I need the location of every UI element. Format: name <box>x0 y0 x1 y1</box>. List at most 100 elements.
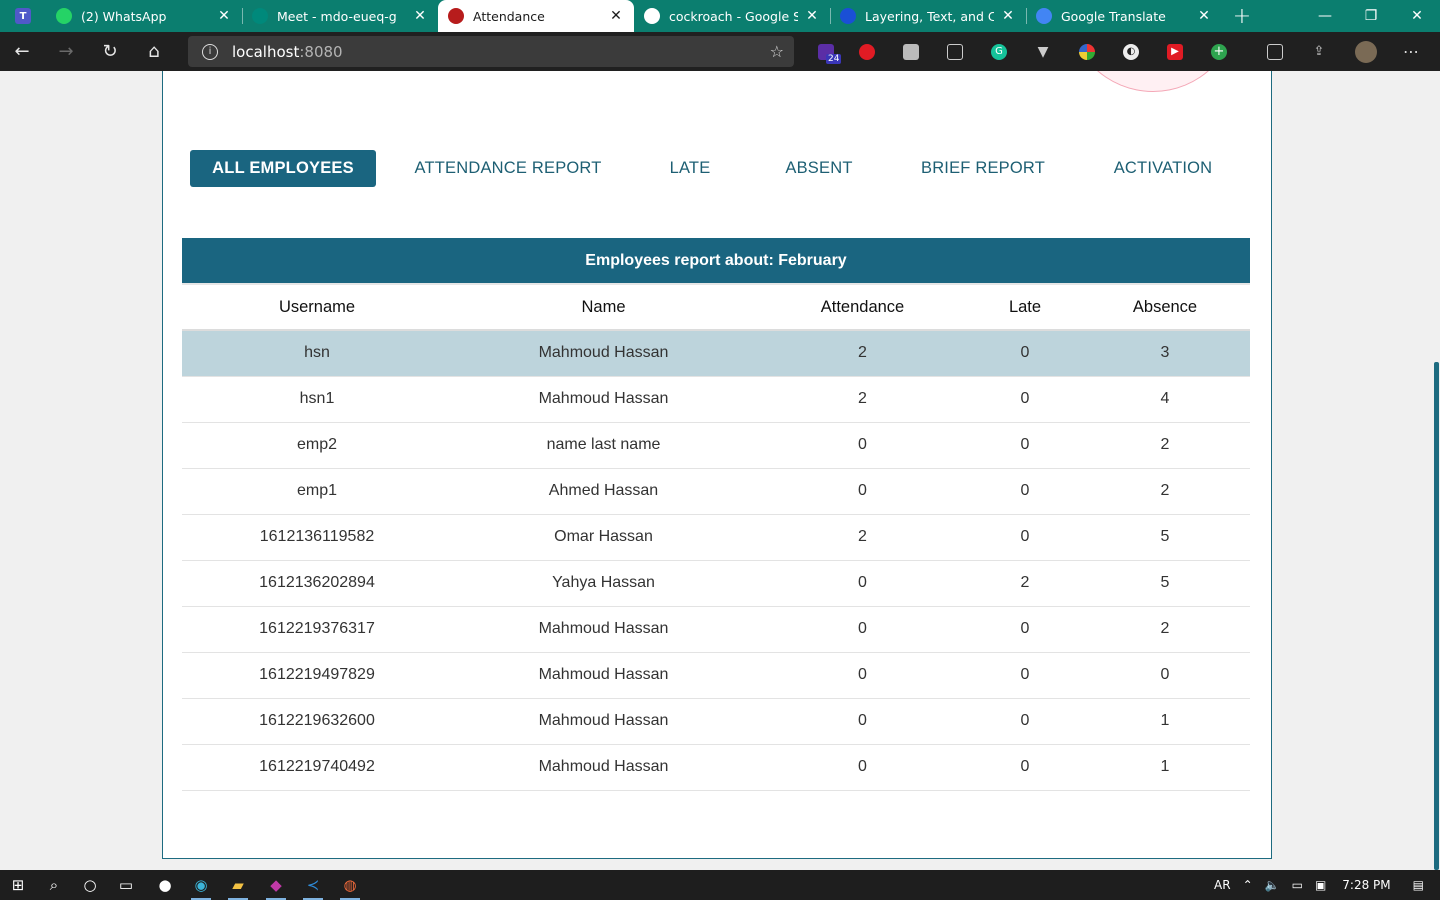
screenshot-icon[interactable] <box>889 32 933 71</box>
search-icon[interactable]: ⌕ <box>36 870 72 900</box>
close-tab-icon[interactable]: ✕ <box>216 8 232 24</box>
glasses-icon[interactable] <box>933 32 977 71</box>
back-icon[interactable]: ← <box>0 32 44 71</box>
browser-tab[interactable]: (2) WhatsApp ✕ <box>46 0 242 32</box>
language-indicator[interactable]: AR <box>1214 878 1231 892</box>
clock-time[interactable]: 7:28 PM <box>1342 878 1390 892</box>
table-row[interactable]: 1612219632600 Mahmoud Hassan 0 0 1 <box>182 698 1250 745</box>
close-tab-icon[interactable]: ✕ <box>804 8 820 24</box>
close-tab-icon[interactable]: ✕ <box>412 8 428 24</box>
cell-username: emp1 <box>182 468 452 515</box>
browser-tab[interactable]: Google Translate ✕ <box>1026 0 1222 32</box>
table-row[interactable]: 1612219740492 Mahmoud Hassan 0 0 1 <box>182 744 1250 791</box>
app-gray-icon[interactable]: ● <box>147 870 183 900</box>
add-favorite-icon[interactable]: ☆ <box>770 42 784 61</box>
table-row[interactable]: hsn1 Mahmoud Hassan 2 0 4 <box>182 376 1250 423</box>
table-row[interactable]: 1612136119582 Omar Hassan 2 0 5 <box>182 514 1250 561</box>
minimize-button[interactable]: — <box>1302 0 1348 32</box>
task-view-icon[interactable]: ▭ <box>108 870 144 900</box>
add-extension-icon[interactable]: + <box>1197 32 1241 71</box>
cell-absence: 2 <box>1080 468 1250 515</box>
browser-tab[interactable]: Meet - mdo-eueq-g ✕ <box>242 0 438 32</box>
dark-mode-icon[interactable]: ◐ <box>1109 32 1153 71</box>
profile-avatar[interactable] <box>1344 32 1388 71</box>
table-row[interactable]: emp2 name last name 0 0 2 <box>182 422 1250 469</box>
cell-absence: 1 <box>1080 744 1250 791</box>
cell-name: Mahmoud Hassan <box>452 652 755 699</box>
address-host: localhost <box>232 42 300 61</box>
main-card: ALL EMPLOYEES ATTENDANCE REPORT LATE ABS… <box>162 71 1272 859</box>
table-row[interactable]: emp1 Ahmed Hassan 0 0 2 <box>182 468 1250 515</box>
cortana-icon[interactable]: ○ <box>72 870 108 900</box>
nav-brief-report[interactable]: BRIEF REPORT <box>898 150 1068 187</box>
cell-absence: 4 <box>1080 376 1250 423</box>
column-header-username: Username <box>182 283 452 331</box>
grammarly-icon[interactable]: G <box>977 32 1021 71</box>
nav-absent[interactable]: ABSENT <box>740 150 898 187</box>
table-row[interactable]: 1612219497829 Mahmoud Hassan 0 0 0 <box>182 652 1250 699</box>
network-icon[interactable]: ▣ <box>1315 878 1326 892</box>
collections-icon[interactable] <box>1253 32 1297 71</box>
cell-late: 0 <box>970 376 1080 423</box>
restore-button[interactable]: ❐ <box>1348 0 1394 32</box>
report-title: Employees report about: February <box>182 238 1250 283</box>
share-icon[interactable]: ⇪ <box>1297 32 1341 71</box>
postman-icon[interactable]: ◍ <box>332 870 368 900</box>
extension-hand-icon[interactable] <box>845 32 889 71</box>
close-tab-icon[interactable]: ✕ <box>1000 8 1016 24</box>
cell-name: name last name <box>452 422 755 469</box>
close-tab-icon[interactable]: ✕ <box>608 8 624 24</box>
file-explorer-icon[interactable]: ▰ <box>220 870 256 900</box>
cell-late: 0 <box>970 330 1080 377</box>
home-icon[interactable]: ⌂ <box>132 32 176 71</box>
notifications-icon[interactable]: ▤ <box>1413 878 1424 892</box>
windows-start-icon[interactable]: ⊞ <box>0 870 36 900</box>
vpn-icon[interactable]: ▼ <box>1021 32 1065 71</box>
more-menu-icon[interactable]: ⋯ <box>1389 32 1433 71</box>
address-bar[interactable]: i localhost:8080 ☆ <box>188 36 794 67</box>
nav-late[interactable]: LATE <box>640 150 740 187</box>
extension-purple-icon[interactable]: 24 <box>804 32 848 71</box>
browser-tab[interactable]: Attendance ✕ <box>438 0 634 32</box>
close-tab-icon[interactable]: ✕ <box>1196 8 1212 24</box>
close-window-button[interactable]: ✕ <box>1394 0 1440 32</box>
table-row[interactable]: 1612136202894 Yahya Hassan 0 2 5 <box>182 560 1250 607</box>
profile-circle <box>1068 71 1238 92</box>
colorful-extension-icon[interactable] <box>1065 32 1109 71</box>
cell-attendance: 0 <box>755 606 970 653</box>
page-scrollbar[interactable] <box>1432 71 1440 870</box>
cell-username: 1612219497829 <box>182 652 452 699</box>
nav-activation[interactable]: ACTIVATION <box>1068 150 1258 187</box>
cell-name: Mahmoud Hassan <box>452 606 755 653</box>
teams-icon[interactable]: T <box>0 0 46 32</box>
cell-absence: 2 <box>1080 422 1250 469</box>
browser-tab[interactable]: Layering, Text, and Coun ✕ <box>830 0 1026 32</box>
refresh-icon[interactable]: ↻ <box>88 32 132 71</box>
vscode-icon[interactable]: ≺ <box>295 870 331 900</box>
cell-late: 0 <box>970 744 1080 791</box>
visual-studio-icon[interactable]: ◆ <box>258 870 294 900</box>
site-info-icon[interactable]: i <box>202 43 218 60</box>
app-icon <box>448 8 464 24</box>
speaker-icon[interactable]: 🔈 <box>1265 878 1280 892</box>
battery-icon[interactable]: ▭ <box>1292 878 1303 892</box>
tray-chevron-icon[interactable]: ⌃ <box>1243 878 1253 892</box>
browser-tab[interactable]: cockroach - Google Sear ✕ <box>634 0 830 32</box>
cell-username: 1612219632600 <box>182 698 452 745</box>
cell-name: Mahmoud Hassan <box>452 330 755 377</box>
new-tab-button[interactable]: + <box>1222 0 1262 32</box>
edge-browser-icon[interactable]: ◉ <box>183 870 219 900</box>
cell-late: 0 <box>970 698 1080 745</box>
nav-attendance-report[interactable]: ATTENDANCE REPORT <box>376 150 640 187</box>
nav-all-employees[interactable]: ALL EMPLOYEES <box>190 150 376 187</box>
system-tray: AR ⌃ 🔈 ▭ ▣ 7:28 PM ▤ <box>1208 870 1440 900</box>
youtube-extension-icon[interactable]: ▶ <box>1153 32 1197 71</box>
cell-name: Omar Hassan <box>452 514 755 561</box>
tab-title: Meet - mdo-eueq-g <box>277 8 397 24</box>
forward-icon[interactable]: → <box>44 32 88 71</box>
table-row[interactable]: 1612219376317 Mahmoud Hassan 0 0 2 <box>182 606 1250 653</box>
cell-name: Mahmoud Hassan <box>452 744 755 791</box>
page-viewport: ALL EMPLOYEES ATTENDANCE REPORT LATE ABS… <box>0 71 1440 870</box>
table-row[interactable]: hsn Mahmoud Hassan 2 0 3 <box>182 330 1250 377</box>
scrollbar-thumb[interactable] <box>1434 362 1439 870</box>
